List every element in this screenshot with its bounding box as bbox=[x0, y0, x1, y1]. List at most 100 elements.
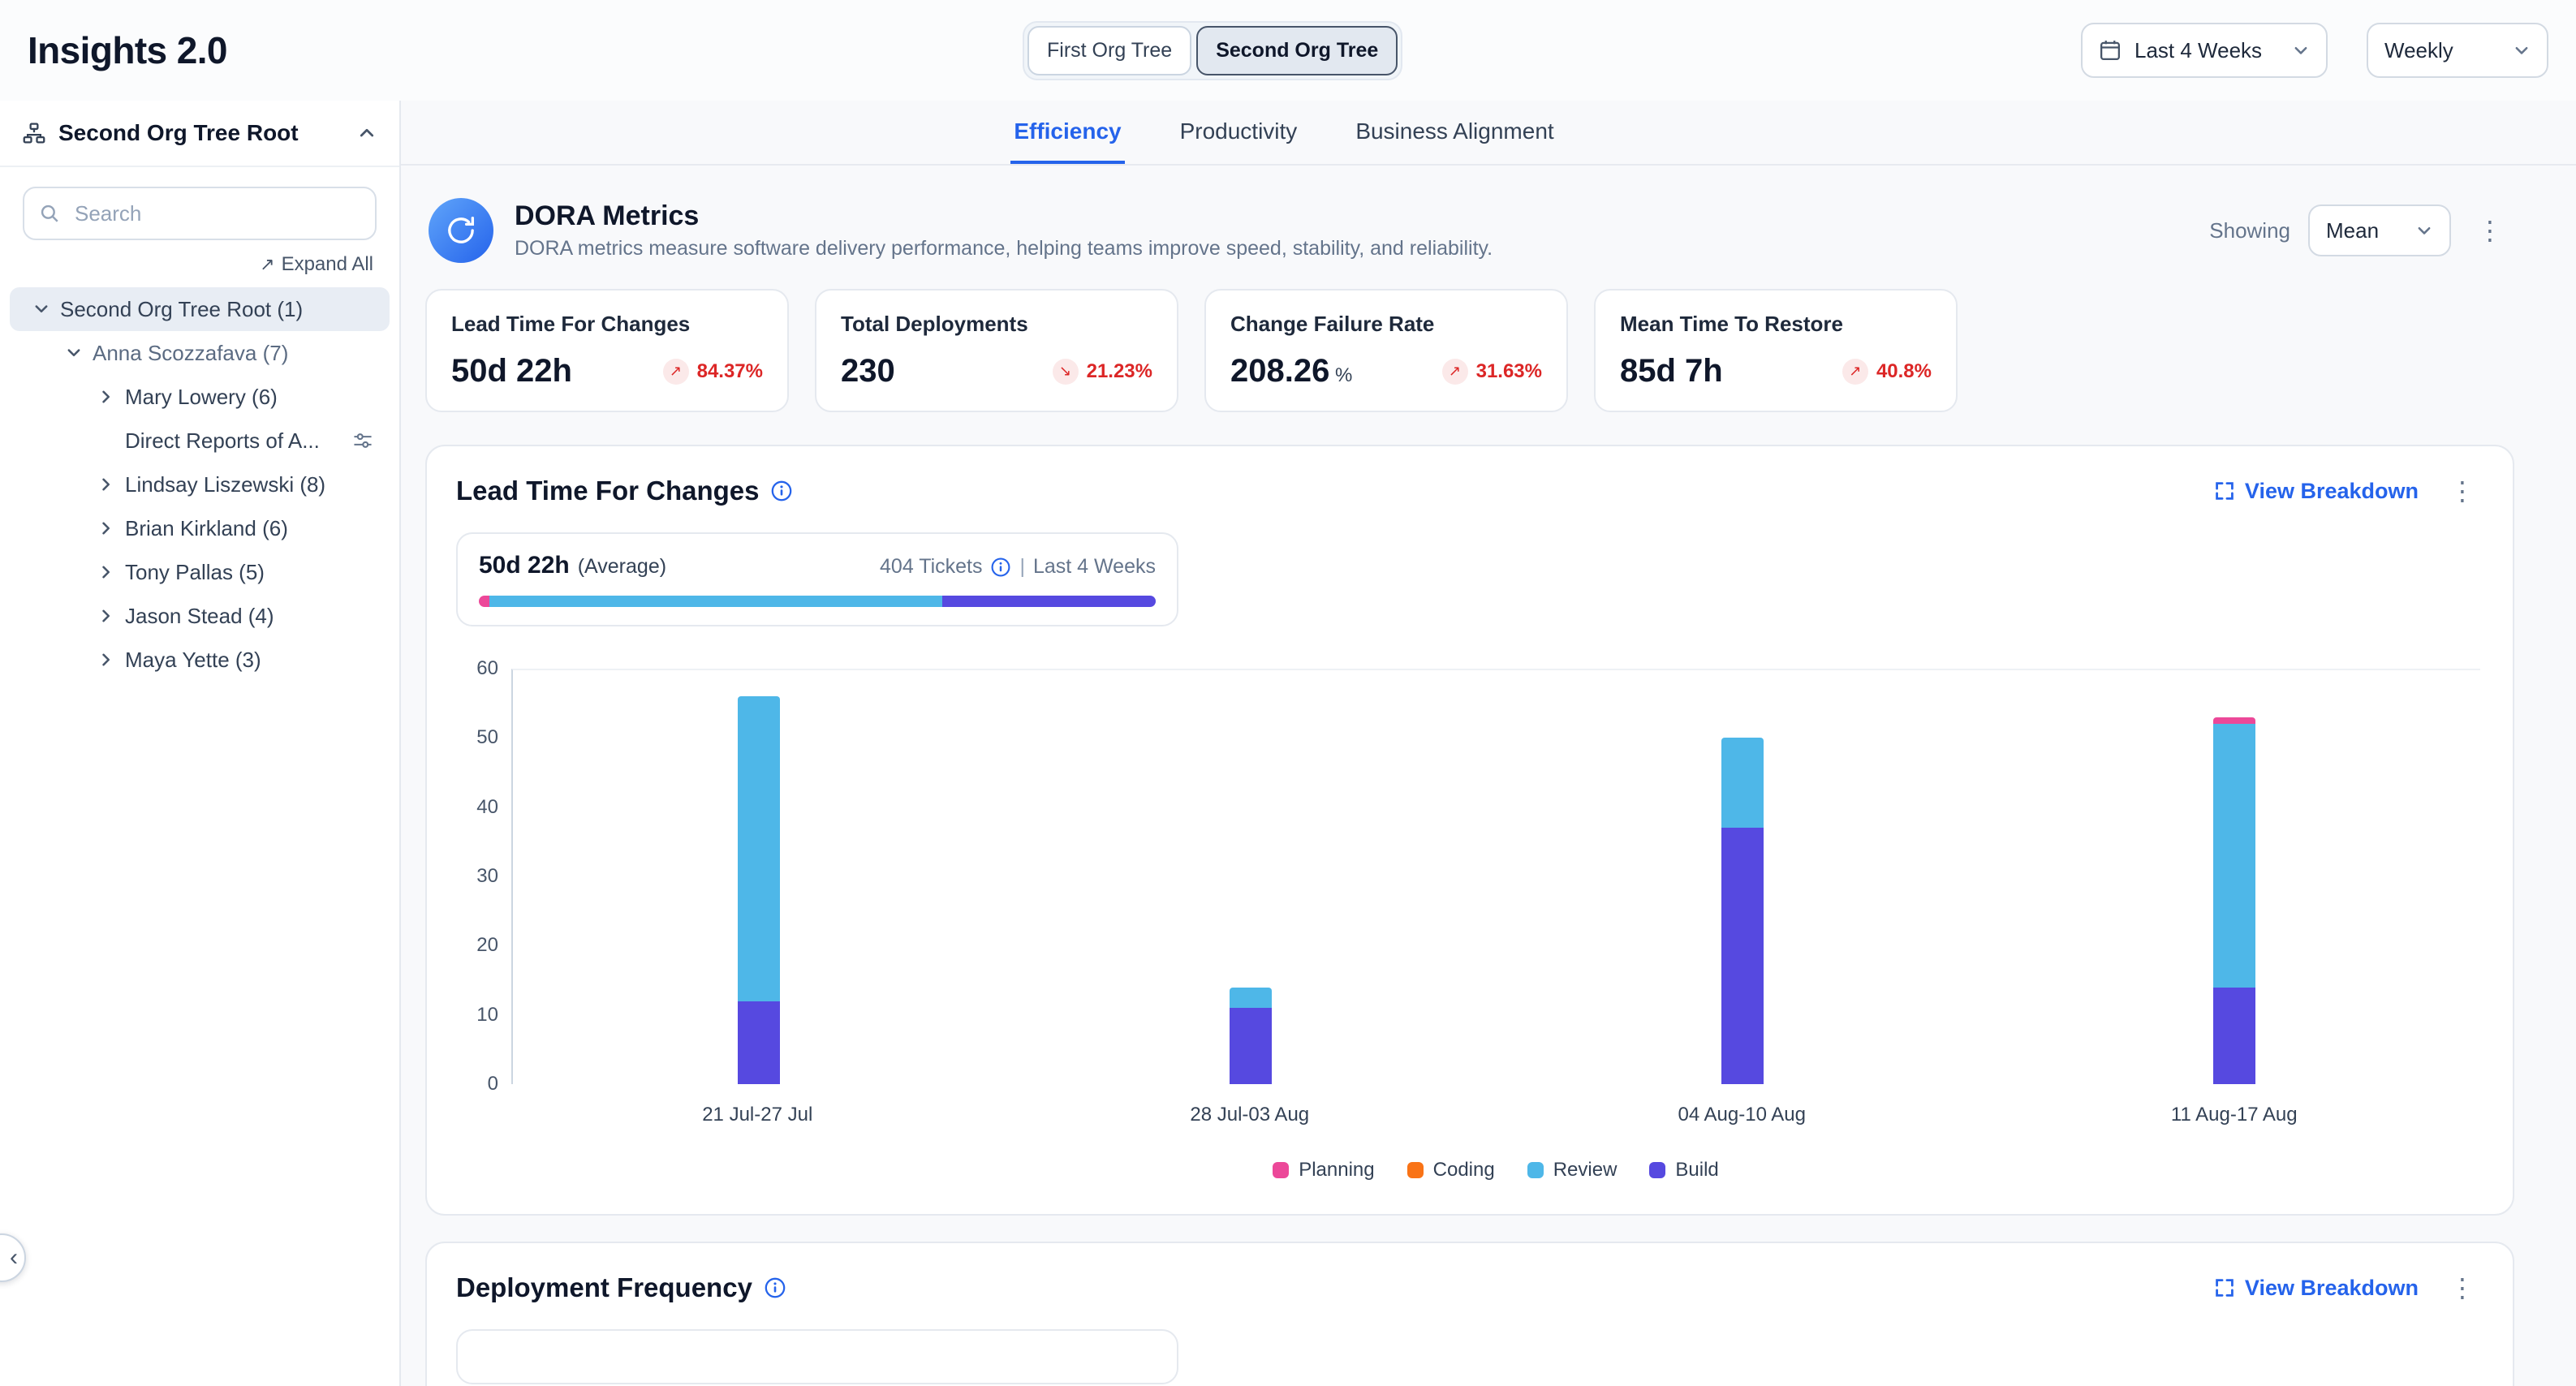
tree-item[interactable]: Brian Kirkland (6) bbox=[10, 506, 390, 550]
tree-item[interactable]: Lindsay Liszewski (8) bbox=[10, 463, 390, 506]
trend-down-icon: ↘ bbox=[1053, 359, 1079, 385]
org-toggle-second-org-tree[interactable]: Second Org Tree bbox=[1196, 26, 1398, 75]
date-range-select[interactable]: Last 4 Weeks bbox=[2081, 23, 2328, 78]
legend-item-build[interactable]: Build bbox=[1649, 1159, 1718, 1182]
separator: | bbox=[1019, 555, 1025, 579]
tab-productivity[interactable]: Productivity bbox=[1177, 101, 1301, 164]
dora-icon bbox=[429, 198, 493, 263]
app-title: Insights 2.0 bbox=[28, 28, 227, 72]
metric-delta-value: 31.63% bbox=[1476, 360, 1542, 383]
trend-up-icon: ↗ bbox=[1442, 359, 1468, 385]
org-tree-toggle: First Org TreeSecond Org Tree bbox=[1023, 21, 1402, 80]
chart-legend: Planning Coding Review Build bbox=[511, 1159, 2480, 1182]
bar-segment-review bbox=[1230, 988, 1272, 1009]
metric-delta: ↘21.23% bbox=[1053, 359, 1152, 385]
bar-segment-planning bbox=[2213, 717, 2255, 725]
metric-unit: % bbox=[1329, 364, 1352, 386]
kebab-menu-icon[interactable]: ⋮ bbox=[2469, 212, 2511, 249]
tree-item[interactable]: Tony Pallas (5) bbox=[10, 550, 390, 594]
tab-bar: Efficiency Productivity Business Alignment bbox=[401, 101, 2576, 166]
legend-label: Planning bbox=[1299, 1159, 1374, 1182]
tree-item-label: Maya Yette (3) bbox=[125, 648, 261, 673]
tree-item[interactable]: Direct Reports of A... bbox=[10, 419, 390, 463]
expand-icon bbox=[2214, 1277, 2235, 1298]
top-header: Insights 2.0 First Org TreeSecond Org Tr… bbox=[0, 0, 2576, 101]
aggregation-select[interactable]: Mean bbox=[2308, 204, 2451, 256]
metric-card-lead-time-for-changes: Lead Time For Changes 50d 22h ↗84.37% bbox=[425, 289, 789, 412]
stacked-bar[interactable] bbox=[738, 696, 780, 1084]
sidebar-chevron-up-icon[interactable] bbox=[357, 123, 377, 143]
metric-card-mean-time-to-restore: Mean Time To Restore85d 7h↗40.8% bbox=[1594, 289, 1958, 412]
phase-distribution-bar bbox=[479, 596, 1156, 607]
tree-item[interactable]: Second Org Tree Root (1) bbox=[10, 287, 390, 331]
chart-plot-area bbox=[511, 669, 2480, 1084]
chevron-right-icon[interactable] bbox=[97, 651, 125, 669]
tree-item-label: Direct Reports of A... bbox=[125, 428, 320, 454]
tree-item-label: Second Org Tree Root (1) bbox=[60, 297, 303, 322]
tab-efficiency[interactable]: Efficiency bbox=[1010, 101, 1124, 164]
sidebar: Second Org Tree Root ↗ Expand All Second… bbox=[0, 101, 401, 1386]
legend-chip bbox=[1649, 1162, 1665, 1178]
kebab-menu-icon[interactable]: ⋮ bbox=[2441, 472, 2483, 510]
view-breakdown-button[interactable]: View Breakdown bbox=[2214, 1276, 2419, 1301]
sidebar-title: Second Org Tree Root bbox=[58, 120, 299, 146]
metric-value: 85d 7h bbox=[1620, 353, 1723, 390]
chevron-right-icon[interactable] bbox=[97, 563, 125, 581]
deployment-frequency-title: Deployment Frequency bbox=[456, 1272, 752, 1303]
org-tree: Second Org Tree Root (1) Anna Scozzafava … bbox=[0, 287, 399, 682]
summary-value: 50d 22h bbox=[479, 552, 570, 579]
granularity-select[interactable]: Weekly bbox=[2367, 23, 2548, 78]
tree-item[interactable]: Anna Scozzafava (7) bbox=[10, 331, 390, 375]
view-breakdown-button[interactable]: View Breakdown bbox=[2214, 479, 2419, 504]
info-icon[interactable] bbox=[990, 557, 1011, 578]
y-tick-label: 30 bbox=[476, 865, 498, 888]
chart-column bbox=[1005, 670, 1497, 1084]
info-icon[interactable] bbox=[764, 1276, 786, 1299]
tab-business-alignment[interactable]: Business Alignment bbox=[1352, 101, 1557, 164]
stacked-bar[interactable] bbox=[1721, 738, 1764, 1084]
x-tick-label: 21 Jul-27 Jul bbox=[511, 1104, 1004, 1126]
chevron-down-icon[interactable] bbox=[65, 344, 93, 362]
summary-suffix: (Average) bbox=[578, 555, 666, 579]
lead-time-chart: 6050403020100 21 Jul-27 Jul28 Jul-03 Aug… bbox=[456, 669, 2480, 1182]
chevron-right-icon[interactable] bbox=[97, 607, 125, 625]
stacked-bar[interactable] bbox=[1230, 988, 1272, 1084]
kebab-menu-icon[interactable]: ⋮ bbox=[2441, 1269, 2483, 1306]
bar-segment-review bbox=[1721, 738, 1764, 828]
metric-delta: ↗84.37% bbox=[663, 359, 763, 385]
metric-title: Lead Time For Changes bbox=[451, 312, 763, 337]
chevron-right-icon[interactable] bbox=[97, 388, 125, 406]
tree-item[interactable]: Jason Stead (4) bbox=[10, 594, 390, 638]
showing-label: Showing bbox=[2209, 218, 2290, 243]
x-tick-label: 28 Jul-03 Aug bbox=[1004, 1104, 1497, 1126]
chart-column bbox=[1497, 670, 1988, 1084]
search-input[interactable] bbox=[23, 187, 377, 240]
org-toggle-first-org-tree[interactable]: First Org Tree bbox=[1027, 26, 1191, 75]
deployment-frequency-card: Deployment Frequency View Breakdown ⋮ bbox=[425, 1242, 2514, 1386]
tree-item[interactable]: Mary Lowery (6) bbox=[10, 375, 390, 419]
calendar-icon bbox=[2099, 39, 2122, 62]
chart-column bbox=[1988, 670, 2480, 1084]
info-icon[interactable] bbox=[770, 480, 793, 502]
y-tick-label: 0 bbox=[488, 1073, 498, 1095]
sliders-icon[interactable] bbox=[352, 430, 373, 451]
x-tick-label: 04 Aug-10 Aug bbox=[1496, 1104, 1988, 1126]
trend-up-icon: ↗ bbox=[1842, 359, 1868, 385]
legend-item-coding[interactable]: Coding bbox=[1407, 1159, 1495, 1182]
summary-range: Last 4 Weeks bbox=[1033, 555, 1156, 579]
stacked-bar[interactable] bbox=[2213, 717, 2255, 1084]
dora-metrics-section: DORA Metrics DORA metrics measure softwa… bbox=[425, 198, 2514, 412]
tree-item[interactable]: Maya Yette (3) bbox=[10, 638, 390, 682]
legend-chip bbox=[1527, 1162, 1544, 1178]
chevron-right-icon[interactable] bbox=[97, 476, 125, 493]
chevron-right-icon[interactable] bbox=[97, 519, 125, 537]
metric-value: 50d 22h bbox=[451, 353, 572, 390]
y-tick-label: 10 bbox=[476, 1004, 498, 1027]
chevron-down-icon[interactable] bbox=[32, 300, 60, 318]
legend-label: Build bbox=[1675, 1159, 1718, 1182]
metric-cards-row: Lead Time For Changes50d 22h↗84.37%Total… bbox=[425, 289, 2514, 412]
legend-item-planning[interactable]: Planning bbox=[1273, 1159, 1374, 1182]
expand-all-button[interactable]: ↗ Expand All bbox=[26, 253, 373, 276]
lead-time-card: Lead Time For Changes View Breakdown ⋮ 5… bbox=[425, 445, 2514, 1216]
legend-item-review[interactable]: Review bbox=[1527, 1159, 1618, 1182]
